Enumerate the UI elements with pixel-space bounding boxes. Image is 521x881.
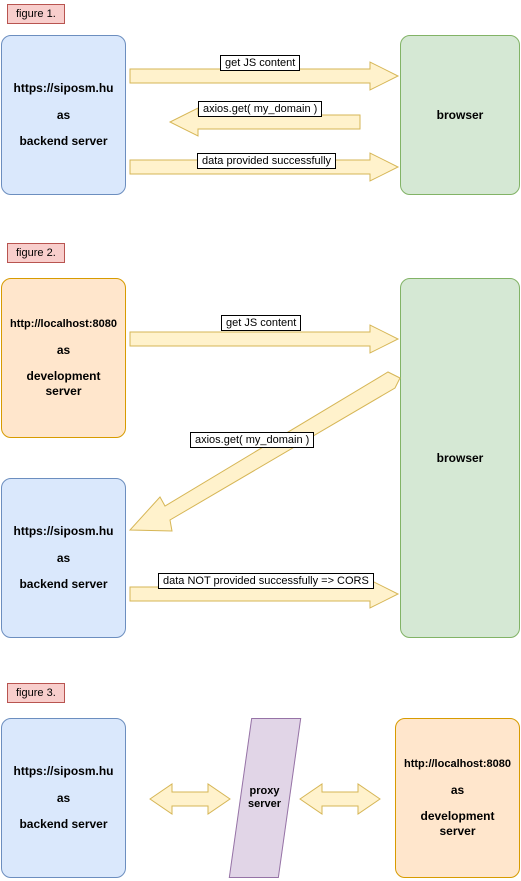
proxy-server-box: proxy server <box>229 718 301 878</box>
dev-server-box-2: http://localhost:8080 as development ser… <box>1 278 126 438</box>
figure-1-label: figure 1. <box>7 4 65 24</box>
arrow-label-get-js-1: get JS content <box>220 55 300 71</box>
backend-2-as: as <box>57 551 70 565</box>
arrow-proxy-dev <box>300 784 380 814</box>
arrow-axios-2 <box>130 378 400 538</box>
arrow-label-data-success: data provided successfully <box>197 153 336 169</box>
dev-2-url: http://localhost:8080 <box>10 318 117 331</box>
backend-2-url: https://siposm.hu <box>14 524 114 538</box>
proxy-l1: proxy <box>250 785 280 797</box>
browser-1-label: browser <box>437 108 484 122</box>
backend-1-as: as <box>57 108 70 122</box>
browser-box-1: browser <box>400 35 520 195</box>
backend-3-as: as <box>57 791 70 805</box>
browser-box-2: browser <box>400 278 520 638</box>
dev-server-box-3: http://localhost:8080 as development ser… <box>395 718 520 878</box>
arrow-backend-proxy <box>150 784 230 814</box>
dev-3-role: development server <box>404 809 511 838</box>
backend-1-url: https://siposm.hu <box>14 81 114 95</box>
arrow-label-get-js-2: get JS content <box>221 315 301 331</box>
dev-3-as: as <box>451 783 464 797</box>
arrow-label-cors: data NOT provided successfully => CORS <box>158 573 374 589</box>
figure-2-label: figure 2. <box>7 243 65 263</box>
backend-2-role: backend server <box>19 577 107 591</box>
backend-server-box-3: https://siposm.hu as backend server <box>1 718 126 878</box>
arrow-label-axios-1: axios.get( my_domain ) <box>198 101 322 117</box>
backend-server-box-2: https://siposm.hu as backend server <box>1 478 126 638</box>
dev-3-url: http://localhost:8080 <box>404 758 511 771</box>
backend-server-box-1: https://siposm.hu as backend server <box>1 35 126 195</box>
arrow-label-axios-2: axios.get( my_domain ) <box>190 432 314 448</box>
figure-3-label: figure 3. <box>7 683 65 703</box>
dev-2-role: development server <box>10 369 117 398</box>
backend-1-role: backend server <box>19 134 107 148</box>
dev-2-as: as <box>57 343 70 357</box>
browser-2-label: browser <box>437 451 484 465</box>
proxy-l2: server <box>248 798 281 810</box>
backend-3-url: https://siposm.hu <box>14 764 114 778</box>
backend-3-role: backend server <box>19 817 107 831</box>
